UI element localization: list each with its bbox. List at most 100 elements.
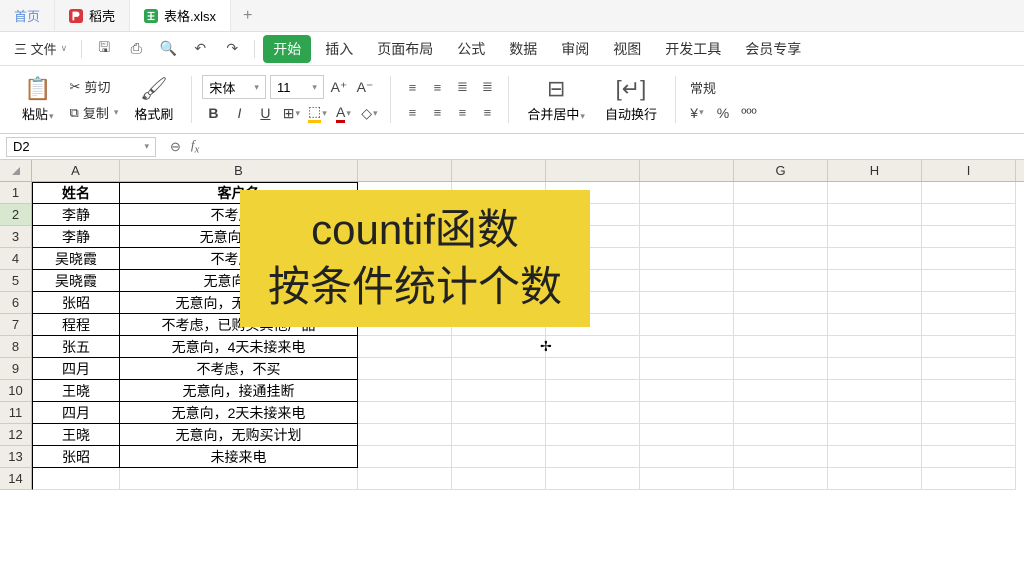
- font-color-button[interactable]: A▾: [332, 102, 354, 124]
- italic-button[interactable]: I: [228, 102, 250, 124]
- cell[interactable]: [546, 446, 640, 468]
- cell[interactable]: 无意向，4天未接来电: [120, 336, 358, 358]
- cell[interactable]: [922, 468, 1016, 490]
- cell[interactable]: [828, 270, 922, 292]
- cell[interactable]: [922, 336, 1016, 358]
- cell[interactable]: [922, 358, 1016, 380]
- cell[interactable]: [734, 380, 828, 402]
- cell[interactable]: [828, 380, 922, 402]
- select-all-corner[interactable]: [0, 160, 32, 181]
- qat-save[interactable]: 🖫: [90, 38, 118, 60]
- cell[interactable]: [922, 380, 1016, 402]
- col-header[interactable]: [358, 160, 452, 181]
- cell[interactable]: [640, 424, 734, 446]
- increase-font-button[interactable]: A⁺: [328, 76, 350, 98]
- row-header[interactable]: 14: [0, 468, 32, 490]
- menu-view[interactable]: 视图: [603, 35, 651, 63]
- cell[interactable]: [734, 182, 828, 204]
- row-header[interactable]: 2: [0, 204, 32, 226]
- menu-start[interactable]: 开始: [263, 35, 311, 63]
- tab-file[interactable]: 表格.xlsx: [130, 0, 231, 31]
- cell[interactable]: [452, 446, 546, 468]
- tab-home[interactable]: 首页: [0, 0, 55, 31]
- cell[interactable]: [828, 292, 922, 314]
- col-header-i[interactable]: I: [922, 160, 1016, 181]
- cell[interactable]: [640, 358, 734, 380]
- cell[interactable]: [922, 292, 1016, 314]
- cell[interactable]: [546, 380, 640, 402]
- fill-color-button[interactable]: ⬚▾: [306, 102, 328, 124]
- col-header[interactable]: [546, 160, 640, 181]
- decrease-font-button[interactable]: A⁻: [354, 76, 376, 98]
- cell[interactable]: 吴晓霞: [32, 248, 120, 270]
- qat-redo[interactable]: ↷: [218, 38, 246, 60]
- align-middle-button[interactable]: ≡: [426, 76, 448, 98]
- cell[interactable]: [922, 226, 1016, 248]
- merge-center-button[interactable]: ⊟ 合并居中▾: [519, 74, 593, 125]
- indent-increase-button[interactable]: ≣: [476, 76, 498, 98]
- cell[interactable]: [640, 226, 734, 248]
- col-header-g[interactable]: G: [734, 160, 828, 181]
- cell[interactable]: 张五: [32, 336, 120, 358]
- cell[interactable]: 不考虑，不买: [120, 358, 358, 380]
- col-header-b[interactable]: B: [120, 160, 358, 181]
- cell[interactable]: [452, 358, 546, 380]
- indent-decrease-button[interactable]: ≣: [451, 76, 473, 98]
- align-left-button[interactable]: ≡: [401, 101, 423, 123]
- cell[interactable]: [452, 380, 546, 402]
- cell[interactable]: [546, 402, 640, 424]
- formula-bar[interactable]: ⊖ fx: [162, 137, 207, 156]
- col-header-a[interactable]: A: [32, 160, 120, 181]
- cell[interactable]: [734, 292, 828, 314]
- cell[interactable]: [640, 314, 734, 336]
- cell[interactable]: 四月: [32, 402, 120, 424]
- align-justify-button[interactable]: ≡: [476, 101, 498, 123]
- cell[interactable]: 程程: [32, 314, 120, 336]
- cell[interactable]: [640, 380, 734, 402]
- qat-print[interactable]: ⎙: [122, 38, 150, 60]
- font-family-select[interactable]: 宋体▾: [202, 75, 266, 99]
- wrap-text-button[interactable]: [↵] 自动换行: [597, 74, 665, 125]
- cell[interactable]: [828, 248, 922, 270]
- cell[interactable]: [828, 204, 922, 226]
- cell[interactable]: [734, 358, 828, 380]
- cell[interactable]: 张昭: [32, 292, 120, 314]
- cell[interactable]: [640, 468, 734, 490]
- cell[interactable]: [452, 402, 546, 424]
- cell[interactable]: [828, 424, 922, 446]
- currency-button[interactable]: ¥▾: [686, 102, 708, 124]
- cell[interactable]: [734, 402, 828, 424]
- tab-add[interactable]: +: [231, 7, 264, 25]
- cut-button[interactable]: ✂剪切: [66, 75, 123, 98]
- menu-formula[interactable]: 公式: [447, 35, 495, 63]
- cell[interactable]: 无意向，无购买计划: [120, 424, 358, 446]
- cell[interactable]: [922, 424, 1016, 446]
- bold-button[interactable]: B: [202, 102, 224, 124]
- cell[interactable]: [922, 248, 1016, 270]
- row-header[interactable]: 5: [0, 270, 32, 292]
- cell[interactable]: [358, 446, 452, 468]
- qat-preview[interactable]: 🔍: [154, 38, 182, 60]
- align-center-button[interactable]: ≡: [426, 101, 448, 123]
- cell[interactable]: [120, 468, 358, 490]
- cell[interactable]: [640, 270, 734, 292]
- cell[interactable]: [734, 204, 828, 226]
- cell[interactable]: [640, 248, 734, 270]
- cell[interactable]: [922, 204, 1016, 226]
- format-painter-button[interactable]: 🖌 格式刷: [126, 74, 181, 125]
- menu-review[interactable]: 审阅: [551, 35, 599, 63]
- col-header-h[interactable]: H: [828, 160, 922, 181]
- row-header[interactable]: 1: [0, 182, 32, 204]
- cell[interactable]: 李静: [32, 204, 120, 226]
- cell[interactable]: [358, 424, 452, 446]
- cell[interactable]: [828, 314, 922, 336]
- cell[interactable]: [358, 468, 452, 490]
- row-header[interactable]: 6: [0, 292, 32, 314]
- cell[interactable]: [734, 270, 828, 292]
- row-header[interactable]: 4: [0, 248, 32, 270]
- comma-button[interactable]: ººº: [738, 102, 760, 124]
- cell[interactable]: [546, 468, 640, 490]
- cell[interactable]: [358, 380, 452, 402]
- cell[interactable]: [546, 424, 640, 446]
- cell[interactable]: [358, 402, 452, 424]
